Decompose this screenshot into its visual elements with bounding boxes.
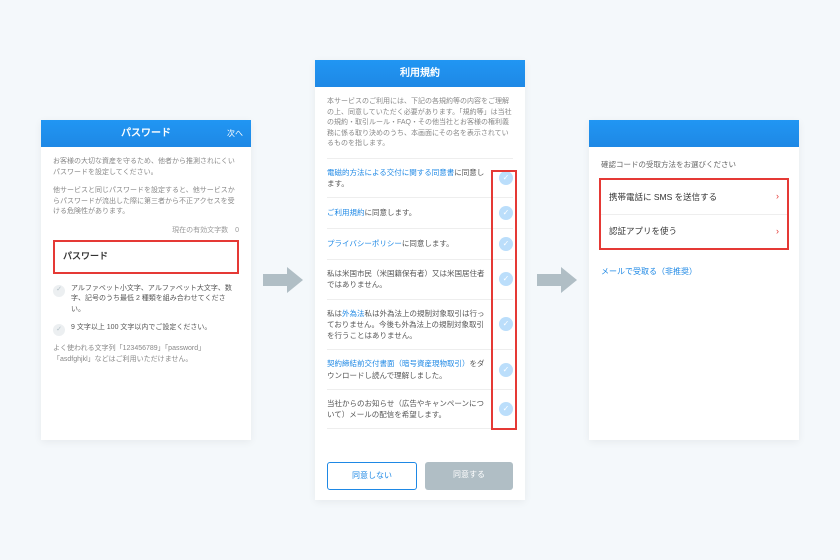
header: パスワード 次へ xyxy=(41,120,251,147)
title: 利用規約 xyxy=(400,68,440,79)
password-screen: パスワード 次へ お客様の大切な資産を守るため、他者から推測されにくいパスワード… xyxy=(41,120,251,440)
check-icon[interactable]: ✓ xyxy=(499,206,513,220)
chevron-right-icon: › xyxy=(776,190,779,204)
term-row[interactable]: 私は外為法私は外為法上の規制対象取引は行っておりません。今後も外為法上の規制対象… xyxy=(327,300,513,351)
desc-1: お客様の大切な資産を守るため、他者から推測されにくいパスワードを設定してください… xyxy=(53,157,239,178)
term-row[interactable]: プライバシーポリシーに同意します。 ✓ xyxy=(327,229,513,260)
chevron-right-icon: › xyxy=(776,225,779,239)
check-icon[interactable]: ✓ xyxy=(499,317,513,331)
two-factor-screen: 確認コードの受取方法をお選びください 携帯電話に SMS を送信する › 認証ア… xyxy=(589,120,799,440)
option-sms[interactable]: 携帯電話に SMS を送信する › xyxy=(601,180,787,215)
header: 利用規約 xyxy=(315,60,525,87)
option-label: 携帯電話に SMS を送信する xyxy=(609,191,717,204)
char-counter: 現在の有効文字数 0 xyxy=(53,226,239,237)
decline-button[interactable]: 同意しない xyxy=(327,462,417,490)
check-icon[interactable]: ✓ xyxy=(499,363,513,377)
option-label: 認証アプリを使う xyxy=(609,225,677,238)
terms-screen: 利用規約 本サービスのご利用には、下記の各規約等の内容をご理解の上、同意していた… xyxy=(315,60,525,500)
terms-intro: 本サービスのご利用には、下記の各規約等の内容をご理解の上、同意していただく必要が… xyxy=(327,97,513,150)
next-button[interactable]: 次へ xyxy=(227,128,243,140)
check-icon[interactable]: ✓ xyxy=(499,402,513,416)
password-input[interactable]: パスワード xyxy=(53,240,239,274)
tip-text: よく使われる文字列「123456789」「password」「asdfghjkl… xyxy=(53,344,239,365)
term-row[interactable]: 電磁的方法による交付に関する同意書に同意します。 ✓ xyxy=(327,159,513,199)
instruction: 確認コードの受取方法をお選びください xyxy=(589,147,799,178)
title: パスワード xyxy=(121,128,171,139)
password-rule: ✓ アルファベット小文字、アルファベット大文字、数字、記号のうち最低 2 種類を… xyxy=(53,284,239,316)
password-rule: ✓ 9 文字以上 100 文字以内でご設定ください。 xyxy=(53,323,239,336)
email-option-link[interactable]: メールで受取る（非推奨） xyxy=(589,260,799,284)
term-link[interactable]: 契約締結前交付書面（暗号資産現物取引） xyxy=(327,359,470,368)
rule-text: 9 文字以上 100 文字以内でご設定ください。 xyxy=(71,323,211,336)
header xyxy=(589,120,799,147)
rule-text: アルファベット小文字、アルファベット大文字、数字、記号のうち最低 2 種類を組み… xyxy=(71,284,239,316)
term-link[interactable]: 電磁的方法による交付に関する同意書 xyxy=(327,168,454,177)
term-row[interactable]: 契約締結前交付書面（暗号資産現物取引）をダウンロードし読んで理解しました。 ✓ xyxy=(327,350,513,390)
option-group: 携帯電話に SMS を送信する › 認証アプリを使う › xyxy=(599,178,789,250)
term-row[interactable]: 当社からのお知らせ（広告やキャンペーンについて）メールの配信を希望します。 ✓ xyxy=(327,390,513,430)
check-icon[interactable]: ✓ xyxy=(499,272,513,286)
term-link[interactable]: ご利用規約 xyxy=(327,208,365,217)
term-row[interactable]: ご利用規約に同意します。 ✓ xyxy=(327,198,513,229)
check-icon: ✓ xyxy=(53,285,65,297)
check-icon[interactable]: ✓ xyxy=(499,171,513,185)
check-icon: ✓ xyxy=(53,324,65,336)
arrow-icon xyxy=(263,267,303,293)
term-row[interactable]: 私は米国市民（米国籍保有者）又は米国居住者ではありません。 ✓ xyxy=(327,260,513,300)
desc-2: 他サービスと同じパスワードを設定すると、他サービスからパスワードが流出した際に第… xyxy=(53,186,239,218)
option-auth-app[interactable]: 認証アプリを使う › xyxy=(601,215,787,249)
check-icon[interactable]: ✓ xyxy=(499,237,513,251)
arrow-icon xyxy=(537,267,577,293)
term-link[interactable]: 外為法 xyxy=(342,309,365,318)
agree-button[interactable]: 同意する xyxy=(425,462,513,490)
button-row: 同意しない 同意する xyxy=(315,452,525,500)
term-link[interactable]: プライバシーポリシー xyxy=(327,239,402,248)
terms-list: 電磁的方法による交付に関する同意書に同意します。 ✓ ご利用規約に同意します。 … xyxy=(327,158,513,430)
